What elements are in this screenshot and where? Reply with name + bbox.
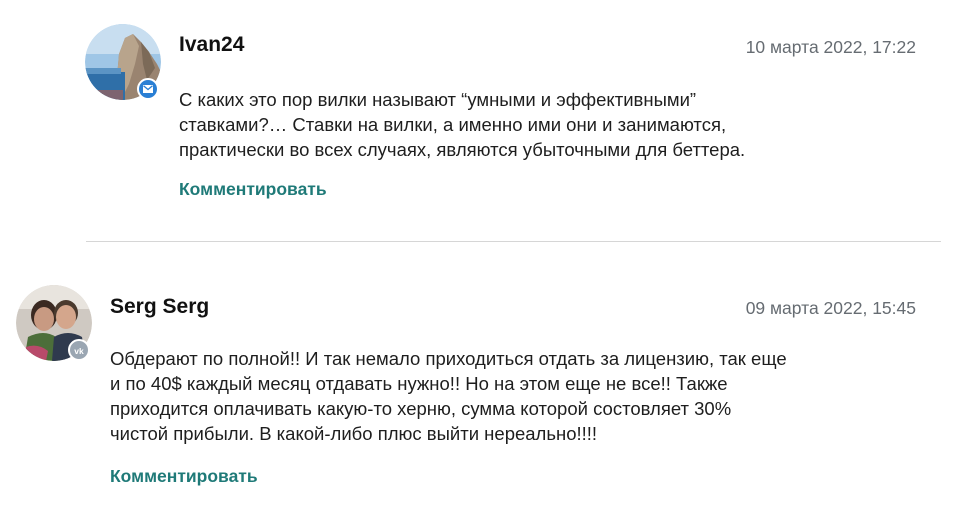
mail-icon: [137, 78, 159, 100]
vk-icon: vk: [68, 339, 90, 361]
comment-author[interactable]: Serg Serg: [110, 295, 209, 319]
reply-button[interactable]: Комментировать: [110, 466, 258, 487]
reply-button[interactable]: Комментировать: [179, 179, 327, 200]
comment-item: vk Serg Serg 09 марта 2022, 15:45 Обдера…: [0, 242, 967, 517]
comment-author[interactable]: Ivan24: [179, 33, 244, 57]
comment-date: 10 марта 2022, 17:22: [745, 37, 916, 57]
comment-date: 09 марта 2022, 15:45: [745, 298, 916, 318]
avatar[interactable]: vk: [16, 285, 92, 361]
svg-text:vk: vk: [74, 346, 84, 355]
comment-item: Ivan24 10 марта 2022, 17:22 С каких это …: [0, 0, 967, 240]
comment-text: Обдерают по полной!! И так немало приход…: [110, 348, 787, 444]
avatar[interactable]: [85, 24, 161, 100]
comment-text: С каких это пор вилки называют “умными и…: [179, 89, 746, 160]
